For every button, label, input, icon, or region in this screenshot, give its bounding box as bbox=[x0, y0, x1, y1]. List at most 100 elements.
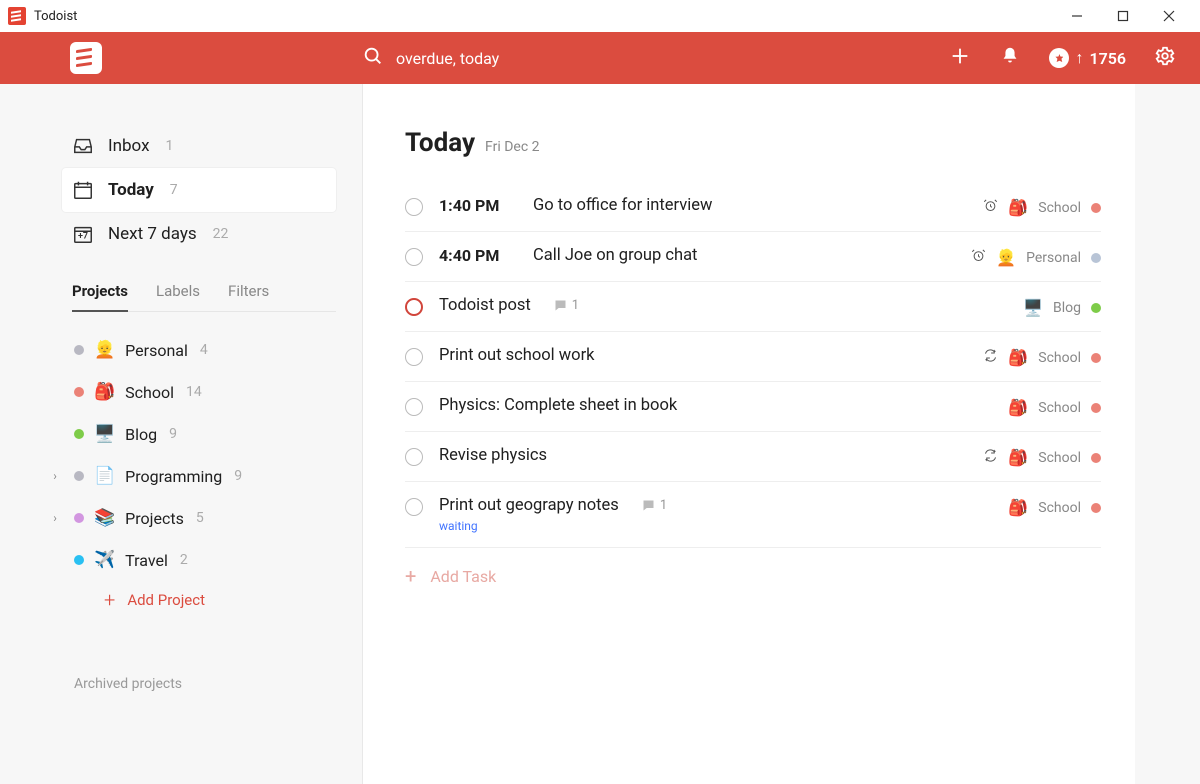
task-checkbox[interactable] bbox=[405, 248, 423, 266]
task-checkbox[interactable] bbox=[405, 348, 423, 366]
task-row[interactable]: Todoist post 1 🖥️Blog bbox=[405, 282, 1101, 332]
task-project-label: School bbox=[1038, 400, 1081, 416]
project-count: 9 bbox=[234, 468, 242, 484]
project-emoji-icon: 📚 bbox=[94, 508, 115, 528]
task-title: Print out geograpy notes bbox=[439, 496, 619, 515]
project-item[interactable]: 👱Personal4 bbox=[40, 330, 336, 370]
project-color-dot bbox=[74, 387, 84, 397]
karma-up-arrow-icon: ↑ bbox=[1075, 48, 1083, 68]
task-row[interactable]: 4:40 PMCall Joe on group chat👱Personal bbox=[405, 232, 1101, 282]
project-emoji-icon: 👱 bbox=[94, 340, 115, 360]
notifications-button[interactable] bbox=[999, 45, 1021, 71]
karma-score[interactable]: ↑ 1756 bbox=[1049, 48, 1126, 68]
titlebar-left: Todoist bbox=[8, 7, 77, 25]
task-meta: 🎒School bbox=[983, 348, 1101, 367]
project-name: School bbox=[125, 383, 174, 402]
task-body: Revise physics bbox=[439, 446, 967, 465]
archived-projects-link[interactable]: Archived projects bbox=[72, 676, 336, 692]
add-task-button[interactable]: + Add Task bbox=[405, 548, 1101, 588]
project-color-dot bbox=[74, 513, 84, 523]
karma-badge-icon bbox=[1049, 48, 1069, 68]
project-count: 14 bbox=[186, 384, 202, 400]
task-comments[interactable]: 1 bbox=[641, 498, 667, 513]
sidebar-tabs: Projects Labels Filters bbox=[72, 282, 336, 312]
app-body: Inbox 1 Today 7 +7 Next 7 days 22 Projec… bbox=[0, 84, 1200, 784]
project-emoji-icon: 🖥️ bbox=[94, 424, 115, 444]
nav-next7days[interactable]: +7 Next 7 days 22 bbox=[62, 212, 336, 256]
task-row[interactable]: 1:40 PMGo to office for interview 🎒School bbox=[405, 182, 1101, 232]
quick-add-button[interactable] bbox=[949, 45, 971, 71]
project-count: 4 bbox=[200, 342, 208, 358]
project-emoji-icon: 🎒 bbox=[1008, 348, 1028, 367]
next7days-icon: +7 bbox=[72, 223, 94, 245]
project-emoji-icon: 📄 bbox=[94, 466, 115, 486]
task-checkbox[interactable] bbox=[405, 298, 423, 316]
project-name: Travel bbox=[125, 551, 168, 570]
task-checkbox[interactable] bbox=[405, 198, 423, 216]
project-color-dot bbox=[74, 555, 84, 565]
nav-inbox-count: 1 bbox=[166, 138, 174, 154]
project-emoji-icon: ✈️ bbox=[94, 550, 115, 570]
task-meta: 👱Personal bbox=[971, 248, 1101, 267]
task-row[interactable]: Revise physics🎒School bbox=[405, 432, 1101, 482]
project-item[interactable]: 🖥️Blog9 bbox=[40, 414, 336, 454]
page-title: Today bbox=[405, 128, 475, 158]
task-title: Call Joe on group chat bbox=[533, 246, 697, 265]
window-controls bbox=[1054, 0, 1192, 32]
tab-projects[interactable]: Projects bbox=[72, 282, 128, 312]
task-title: Todoist post bbox=[439, 296, 531, 315]
header-logo-icon[interactable] bbox=[70, 42, 102, 74]
project-color-dot bbox=[74, 429, 84, 439]
task-body: Physics: Complete sheet in book bbox=[439, 396, 992, 415]
project-item[interactable]: ›📚Projects5 bbox=[40, 498, 336, 538]
task-body: 1:40 PMGo to office for interview bbox=[439, 196, 967, 215]
add-project-button[interactable]: + Add Project bbox=[72, 588, 336, 612]
task-label[interactable]: waiting bbox=[439, 519, 992, 533]
nav-inbox-label: Inbox bbox=[108, 136, 150, 156]
search-box[interactable] bbox=[362, 45, 782, 71]
project-item[interactable]: ›📄Programming9 bbox=[40, 456, 336, 496]
project-emoji-icon: 🎒 bbox=[1008, 198, 1028, 217]
tab-labels[interactable]: Labels bbox=[156, 282, 200, 311]
main-panel: Today Fri Dec 2 1:40 PMGo to office for … bbox=[363, 84, 1135, 784]
task-time: 1:40 PM bbox=[439, 196, 511, 215]
recurring-icon bbox=[983, 448, 998, 467]
project-item[interactable]: ✈️ Travel 2 bbox=[40, 540, 336, 580]
alarm-icon bbox=[983, 198, 998, 217]
chevron-right-icon: › bbox=[46, 511, 64, 525]
project-count: 2 bbox=[180, 552, 188, 568]
task-comments[interactable]: 1 bbox=[553, 298, 579, 313]
task-meta: 🎒School bbox=[983, 198, 1101, 217]
task-project-label: School bbox=[1038, 450, 1081, 466]
search-input[interactable] bbox=[396, 49, 716, 68]
task-row[interactable]: Print out school work 🎒School bbox=[405, 332, 1101, 382]
task-checkbox[interactable] bbox=[405, 448, 423, 466]
tab-filters[interactable]: Filters bbox=[228, 282, 269, 311]
project-emoji-icon: 🖥️ bbox=[1023, 298, 1043, 317]
task-body: Print out school work bbox=[439, 346, 967, 365]
task-project-dot bbox=[1091, 353, 1101, 363]
nav-inbox[interactable]: Inbox 1 bbox=[62, 124, 336, 168]
task-project-label: School bbox=[1038, 500, 1081, 516]
nav-next7days-count: 22 bbox=[213, 226, 229, 242]
close-button[interactable] bbox=[1146, 0, 1192, 32]
nav-today-count: 7 bbox=[170, 182, 178, 198]
task-meta: 🖥️Blog bbox=[1023, 298, 1101, 317]
karma-value: 1756 bbox=[1089, 49, 1126, 68]
project-count: 5 bbox=[196, 510, 204, 526]
maximize-button[interactable] bbox=[1100, 0, 1146, 32]
task-title: Revise physics bbox=[439, 446, 547, 465]
nav-today[interactable]: Today 7 bbox=[62, 168, 336, 212]
minimize-button[interactable] bbox=[1054, 0, 1100, 32]
add-project-label: Add Project bbox=[127, 591, 205, 609]
task-body: Print out geograpy notes 1 waiting bbox=[439, 496, 992, 533]
recurring-icon bbox=[983, 348, 998, 367]
project-count: 9 bbox=[169, 426, 177, 442]
project-item[interactable]: 🎒School14 bbox=[40, 372, 336, 412]
task-row[interactable]: Physics: Complete sheet in book🎒School bbox=[405, 382, 1101, 432]
project-color-dot bbox=[74, 345, 84, 355]
task-row[interactable]: Print out geograpy notes1waiting🎒School bbox=[405, 482, 1101, 548]
task-checkbox[interactable] bbox=[405, 398, 423, 416]
settings-button[interactable] bbox=[1154, 45, 1176, 71]
task-checkbox[interactable] bbox=[405, 498, 423, 516]
